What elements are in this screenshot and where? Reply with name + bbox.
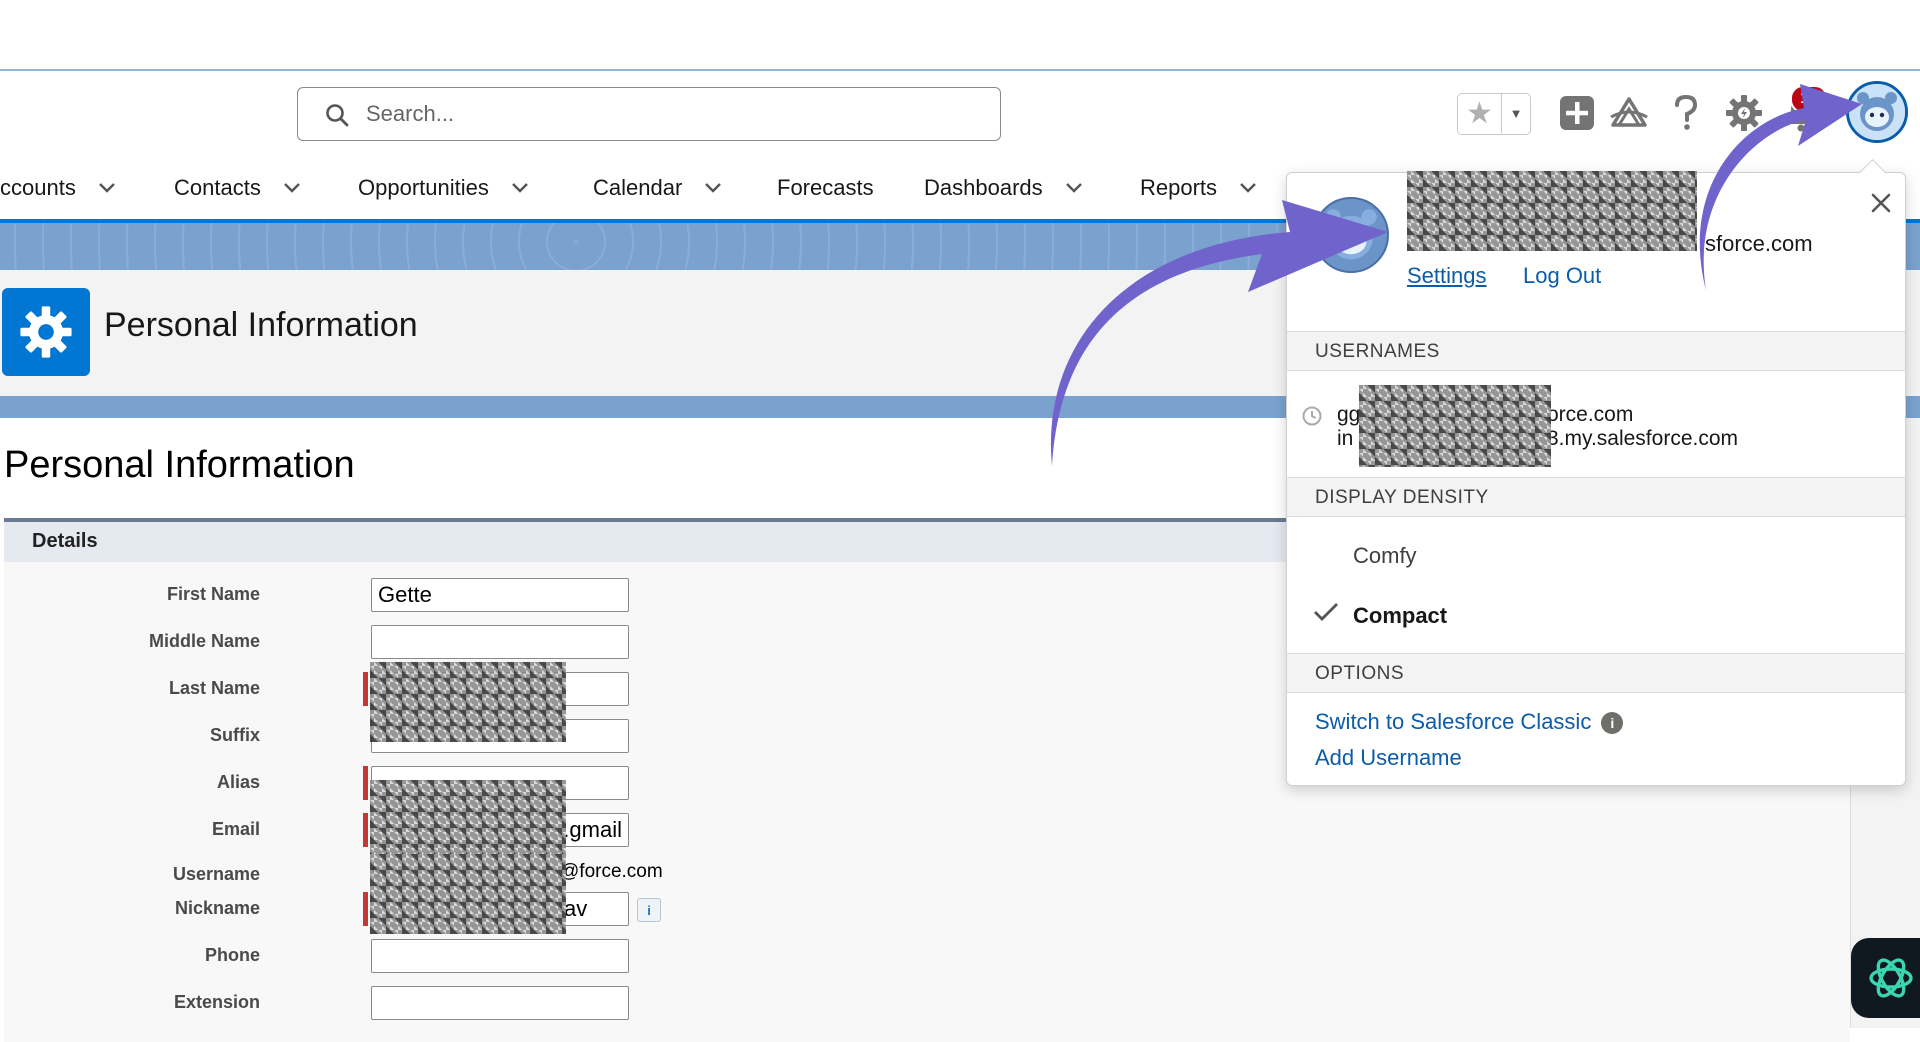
first-name-label: First Name xyxy=(166,584,260,604)
global-actions-plus-icon[interactable] xyxy=(1555,91,1599,135)
extension-input[interactable] xyxy=(371,986,629,1020)
clock-icon xyxy=(1302,406,1322,426)
nav-tab-calendar[interactable]: Calendar xyxy=(593,175,722,201)
suffix-label: Suffix xyxy=(209,725,260,745)
phone-label: Phone xyxy=(204,945,260,965)
astro-avatar-icon xyxy=(1849,84,1905,140)
favorites-control[interactable]: ★ ▼ xyxy=(1457,93,1531,135)
chevron-down-icon[interactable] xyxy=(1065,182,1083,194)
email-label: Email xyxy=(211,819,260,839)
chevron-down-icon[interactable] xyxy=(511,182,529,194)
profile-avatar xyxy=(1313,197,1389,273)
global-header: Search... ★ ▼ 10 xyxy=(0,71,1920,161)
density-option-compact[interactable]: Compact xyxy=(1353,603,1447,629)
username-value: @force.com xyxy=(560,861,663,882)
profile-email: sforce.com xyxy=(1705,231,1813,256)
nav-tab-dashboards[interactable]: Dashboards xyxy=(924,175,1083,201)
global-search-input[interactable]: Search... xyxy=(297,87,1001,141)
required-indicator xyxy=(363,892,368,926)
content-heading: Personal Information xyxy=(4,444,355,486)
astro-avatar-icon xyxy=(1325,209,1377,260)
options-section-header: OPTIONS xyxy=(1287,653,1905,693)
search-icon xyxy=(326,104,349,127)
nav-tab-reports[interactable]: Reports xyxy=(1140,175,1257,201)
nickname-info-icon[interactable]: i xyxy=(637,898,661,922)
logout-link[interactable]: Log Out xyxy=(1523,263,1601,289)
settings-link[interactable]: Settings xyxy=(1407,263,1487,289)
required-indicator xyxy=(363,813,368,847)
username-label: Username xyxy=(172,864,260,884)
middle-name-input[interactable] xyxy=(371,625,629,659)
required-indicator xyxy=(363,766,368,800)
help-icon[interactable] xyxy=(1664,91,1708,135)
redaction-blur xyxy=(370,662,566,742)
density-option-comfy[interactable]: Comfy xyxy=(1353,543,1417,569)
username-line-1[interactable]: orce.com xyxy=(1547,403,1633,427)
extension-label: Extension xyxy=(173,992,260,1012)
trailhead-icon[interactable] xyxy=(1607,91,1651,135)
nav-tab-forecasts[interactable]: Forecasts xyxy=(777,175,874,201)
favorite-star-icon[interactable]: ★ xyxy=(1458,94,1502,133)
nav-tab-contacts[interactable]: Contacts xyxy=(174,175,301,201)
nickname-label: Nickname xyxy=(174,898,260,918)
username-line-2[interactable]: 3.my.salesforce.com xyxy=(1547,427,1738,451)
search-placeholder: Search... xyxy=(366,101,455,126)
setup-gear-icon[interactable] xyxy=(1722,91,1766,135)
add-username-link[interactable]: Add Username xyxy=(1315,745,1462,771)
last-name-label: Last Name xyxy=(168,678,260,698)
browser-top-strip xyxy=(0,0,1920,71)
favorites-dropdown-icon[interactable]: ▼ xyxy=(1502,94,1530,133)
alias-label: Alias xyxy=(216,772,260,792)
user-profile-panel: sforce.com Settings Log Out USERNAMES gg… xyxy=(1286,159,1906,786)
chevron-down-icon[interactable] xyxy=(283,182,301,194)
nav-tab-accounts[interactable]: ccounts xyxy=(0,175,116,201)
usernames-section-header: USERNAMES xyxy=(1287,331,1905,371)
redaction-blur xyxy=(370,780,566,854)
redaction-blur xyxy=(370,854,566,934)
close-icon[interactable] xyxy=(1867,189,1895,217)
checkmark-icon xyxy=(1314,603,1338,621)
username-line-1-prefix[interactable]: gg xyxy=(1337,403,1360,427)
required-indicator xyxy=(363,672,368,706)
display-density-section-header: DISPLAY DENSITY xyxy=(1287,477,1905,517)
chevron-down-icon[interactable] xyxy=(1239,182,1257,194)
middle-name-label: Middle Name xyxy=(148,631,260,651)
einstein-assistant-button[interactable] xyxy=(1851,938,1920,1018)
redaction-blur xyxy=(1407,171,1697,251)
nav-tab-opportunities[interactable]: Opportunities xyxy=(358,175,529,201)
assistant-knot-icon xyxy=(1869,958,1913,998)
page-title: Personal Information xyxy=(104,306,418,344)
user-avatar-button[interactable] xyxy=(1846,81,1908,143)
notification-count-badge: 10 xyxy=(1790,85,1828,113)
settings-gear-icon xyxy=(2,288,90,376)
switch-to-classic-link[interactable]: Switch to Salesforce Classic i xyxy=(1315,709,1624,735)
phone-input[interactable] xyxy=(371,939,629,973)
username-line-2-prefix[interactable]: in xyxy=(1337,427,1353,451)
chevron-down-icon[interactable] xyxy=(98,182,116,194)
chevron-down-icon[interactable] xyxy=(704,182,722,194)
first-name-input[interactable]: Gette xyxy=(371,578,629,612)
info-icon: i xyxy=(1601,712,1624,735)
redaction-blur xyxy=(1359,385,1551,467)
